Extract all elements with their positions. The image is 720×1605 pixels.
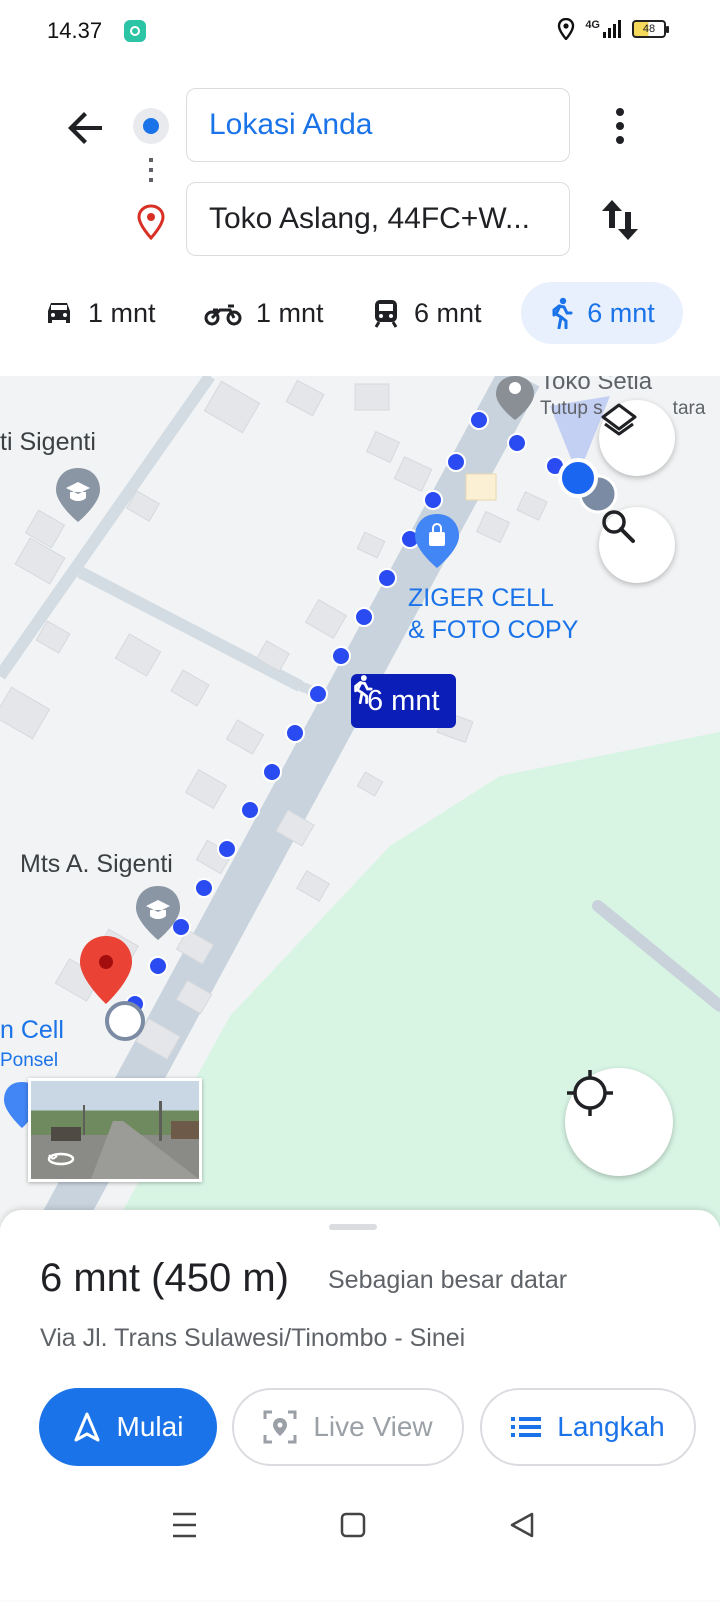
status-text-end: tara <box>672 398 706 419</box>
route-dot <box>377 568 397 588</box>
steps-label: Langkah <box>557 1411 665 1442</box>
menu-icon[interactable] <box>173 1512 196 1538</box>
route-duration-distance: 6 mnt (450 m) <box>40 1256 289 1300</box>
route-via: Via Jl. Trans Sulawesi/Tinombo - Sinei <box>40 1324 466 1352</box>
mode-tab-walk[interactable]: 6 mnt <box>521 282 683 344</box>
more-vert-icon <box>616 108 624 144</box>
route-dot <box>354 607 374 627</box>
map-label-mts[interactable]: Mts A. Sigenti <box>20 850 173 879</box>
swap-button[interactable] <box>598 196 642 244</box>
walk-icon <box>354 675 373 704</box>
current-location-marker <box>558 458 598 498</box>
live-view-button[interactable]: Live View <box>232 1388 464 1466</box>
route-dot <box>423 490 443 510</box>
crosshair-icon <box>567 1070 613 1116</box>
street-view-thumbnail[interactable] <box>28 1078 202 1182</box>
location-icon <box>558 18 575 40</box>
route-dot <box>507 433 527 453</box>
network-type: 4G <box>585 19 600 31</box>
route-dot <box>194 878 214 898</box>
mode-tab-transit[interactable]: 6 mnt <box>372 282 482 344</box>
live-view-icon <box>263 1410 297 1444</box>
map-label-ziger-cell-line2[interactable]: & FOTO COPY <box>408 616 578 645</box>
map-label-ponsel: Ponsel <box>0 1050 59 1071</box>
route-dot <box>331 646 351 666</box>
start-label: Mulai <box>116 1411 184 1442</box>
battery-icon: 48 <box>632 20 669 38</box>
route-dot <box>148 956 168 976</box>
arrow-left-icon <box>68 112 102 144</box>
mode-label: 1 mnt <box>88 297 156 328</box>
live-view-label: Live View <box>313 1411 433 1442</box>
route-dot <box>446 452 466 472</box>
map-label-toko-setia[interactable]: Toko Setia <box>540 376 652 396</box>
more-options-button[interactable] <box>600 104 640 148</box>
map-label-ziger-cell[interactable]: ZIGER CELL <box>408 584 554 613</box>
status-time: 14.37 <box>47 18 103 43</box>
search-icon <box>602 510 635 543</box>
street-view-image <box>47 1101 199 1179</box>
layers-button[interactable] <box>599 400 675 476</box>
walk-icon <box>552 297 573 329</box>
drag-handle[interactable] <box>329 1224 377 1230</box>
route-dot <box>240 800 260 820</box>
battery-level: 48 <box>642 23 656 35</box>
route-time-bubble[interactable]: 6 mnt <box>351 674 456 728</box>
mode-label: 1 mnt <box>256 297 324 328</box>
app-notification-icon <box>124 20 146 42</box>
swap-vert-icon <box>602 200 638 240</box>
route-bubble-label: 6 mnt <box>367 684 440 717</box>
route-connector <box>149 158 153 188</box>
layers-icon <box>601 403 637 436</box>
shop-building <box>465 473 497 501</box>
destination-input[interactable]: Toko Aslang, 44FC+W... <box>186 182 570 256</box>
steps-button[interactable]: Langkah <box>480 1388 696 1466</box>
status-icons: 4G 48 <box>557 18 669 40</box>
car-icon <box>48 303 70 323</box>
back-button[interactable] <box>62 104 110 152</box>
start-navigation-button[interactable]: Mulai <box>39 1388 217 1466</box>
road <box>77 566 303 692</box>
route-terrain: Sebagian besar datar <box>328 1266 568 1294</box>
map-label-school[interactable]: ti Sigenti <box>0 428 96 457</box>
mode-label: 6 mnt <box>587 297 655 328</box>
status-bar: 14.37 4G 48 <box>0 0 720 64</box>
map-view[interactable]: ti Sigenti Toko Setia Tutup s tara ZIGER … <box>0 376 720 1226</box>
status-text-start: Tutup s <box>540 398 603 419</box>
origin-dot-icon <box>133 108 169 144</box>
my-location-button[interactable] <box>565 1068 673 1176</box>
school-pin-icon <box>56 468 100 522</box>
rotate-360-icon <box>47 1152 75 1166</box>
origin-input[interactable]: Lokasi Anda <box>186 88 570 162</box>
route-dot <box>469 410 489 430</box>
route-dot <box>217 839 237 859</box>
map-label-cell[interactable]: n Cell <box>0 1016 64 1045</box>
train-icon <box>374 300 398 328</box>
back-triangle-icon[interactable] <box>510 1512 534 1538</box>
route-dot <box>308 684 328 704</box>
mode-tab-motorcycle[interactable]: 1 mnt <box>204 282 324 344</box>
list-icon <box>511 1417 542 1437</box>
route-dot <box>285 723 305 743</box>
destination-pin-icon <box>136 204 166 241</box>
route-dot <box>262 762 282 782</box>
home-icon[interactable] <box>340 1512 366 1538</box>
mode-label: 6 mnt <box>414 297 482 328</box>
navigation-arrow-icon <box>74 1412 100 1442</box>
motorcycle-icon <box>204 304 242 326</box>
signal-icon <box>603 20 621 38</box>
system-navigation-bar <box>0 1490 720 1600</box>
search-along-route-button[interactable] <box>599 507 675 583</box>
mode-tab-drive[interactable]: 1 mnt <box>44 282 156 344</box>
